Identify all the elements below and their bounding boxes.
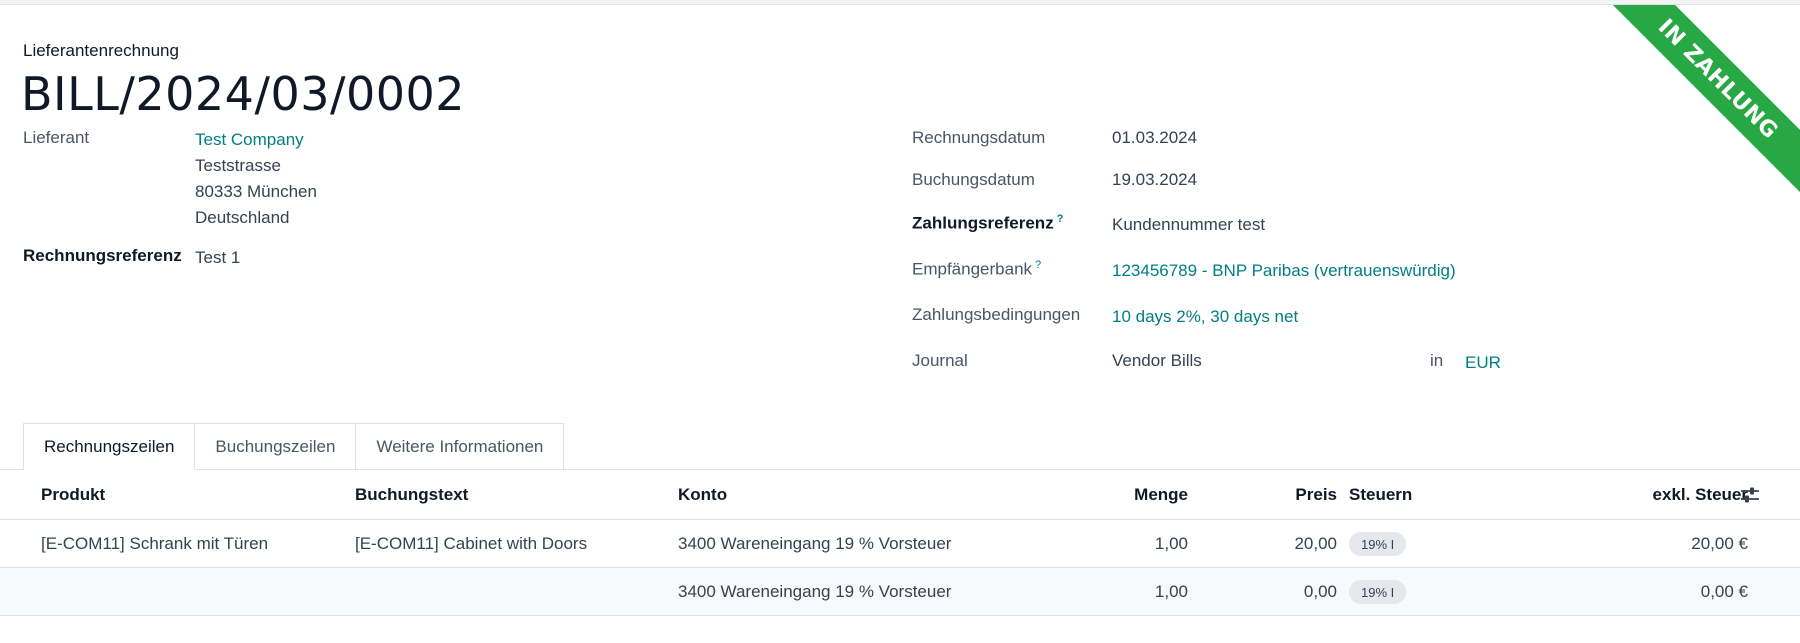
column-quantity[interactable]: Menge [1040, 470, 1188, 520]
row-price[interactable]: 0,00 [1240, 568, 1337, 616]
row-subtotal: 0,00 € [1700, 582, 1748, 601]
accounting-date-label: Buchungsdatum [912, 170, 1035, 189]
row-quantity[interactable]: 1,00 [1040, 568, 1188, 616]
table-header: Produkt Buchungstext Konto Menge Preis S… [0, 470, 1800, 520]
row-price[interactable]: 20,00 [1240, 520, 1337, 568]
currency-in-label: in [1430, 351, 1444, 370]
journal-label: Journal [912, 351, 968, 370]
vendor-link[interactable]: Test Company [195, 130, 304, 150]
tax-badge: 19% I [1349, 532, 1407, 556]
status-ribbon-label: IN ZAHLUNG [1603, 5, 1800, 194]
tax-badge: 19% I [1349, 580, 1407, 604]
invoice-date-field[interactable]: 01.03.2024 [1112, 128, 1197, 148]
table-row[interactable]: [E-COM11] Schrank mit Türen [E-COM11] Ca… [0, 520, 1800, 568]
recipient-bank-link[interactable]: 123456789 - BNP Paribas (vertrauenswürdi… [1112, 261, 1456, 281]
vendor-address-line2: 80333 München [195, 182, 317, 201]
recipient-bank-label-text: Empfängerbank [912, 259, 1033, 279]
row-product[interactable]: [E-COM11] Schrank mit Türen [41, 520, 268, 568]
row-taxes[interactable]: 19% I [1349, 520, 1407, 568]
accounting-date-field[interactable]: 19.03.2024 [1112, 170, 1197, 190]
column-label[interactable]: Buchungstext [355, 470, 468, 520]
notebook-tabs: Rechnungszeilen Buchungszeilen Weitere I… [23, 423, 565, 470]
row-label[interactable]: [E-COM11] Cabinet with Doors [355, 520, 587, 568]
column-account[interactable]: Konto [678, 470, 727, 520]
journal-field[interactable]: Vendor Bills [1112, 351, 1202, 371]
tab-journal-items[interactable]: Buchungszeilen [195, 423, 357, 470]
row-taxes[interactable]: 19% I [1349, 568, 1407, 616]
currency-link[interactable]: EUR [1465, 353, 1501, 373]
invoice-date-label: Rechnungsdatum [912, 128, 1046, 147]
help-tooltip-icon[interactable]: ? [1057, 213, 1064, 225]
tab-invoice-lines[interactable]: Rechnungszeilen [23, 423, 196, 470]
row-subtotal: 20,00 € [1691, 534, 1748, 553]
payment-terms-label: Zahlungsbedingungen [912, 305, 1081, 324]
vendor-address-line1: Teststrasse [195, 156, 281, 175]
payment-reference-label: Zahlungsreferenz? [912, 213, 1063, 234]
optional-columns-icon[interactable] [1740, 485, 1760, 505]
table-row[interactable]: 3400 Wareneingang 19 % Vorsteuer 1,00 0,… [0, 568, 1800, 616]
tab-other-info[interactable]: Weitere Informationen [356, 423, 565, 470]
column-taxes[interactable]: Steuern [1349, 470, 1412, 520]
row-account[interactable]: 3400 Wareneingang 19 % Vorsteuer [678, 568, 951, 616]
row-quantity[interactable]: 1,00 [1040, 520, 1188, 568]
payment-reference-label-text: Zahlungsreferenz [912, 213, 1054, 233]
vendor-address-line3: Deutschland [195, 208, 290, 227]
document-type-label: Lieferantenrechnung [23, 41, 179, 60]
column-product[interactable]: Produkt [41, 470, 105, 520]
column-subtotal[interactable]: exkl. Steuer [1550, 470, 1748, 520]
status-ribbon: IN ZAHLUNG [1600, 5, 1800, 205]
bill-reference-field[interactable]: Test 1 [195, 248, 240, 268]
payment-reference-field[interactable]: Kundennummer test [1112, 215, 1265, 235]
recipient-bank-label: Empfängerbank? [912, 259, 1041, 280]
column-price[interactable]: Preis [1240, 470, 1337, 520]
bill-reference-label: Rechnungsreferenz [23, 246, 182, 265]
bill-form-sheet: IN ZAHLUNG Lieferantenrechnung BILL/2024… [0, 4, 1800, 643]
invoice-lines-table: Produkt Buchungstext Konto Menge Preis S… [0, 470, 1800, 616]
row-account[interactable]: 3400 Wareneingang 19 % Vorsteuer [678, 520, 951, 568]
help-tooltip-icon[interactable]: ? [1035, 259, 1041, 271]
payment-terms-link[interactable]: 10 days 2%, 30 days net [1112, 307, 1298, 327]
page-title: BILL/2024/03/0002 [21, 67, 466, 121]
vendor-label: Lieferant [23, 128, 90, 147]
